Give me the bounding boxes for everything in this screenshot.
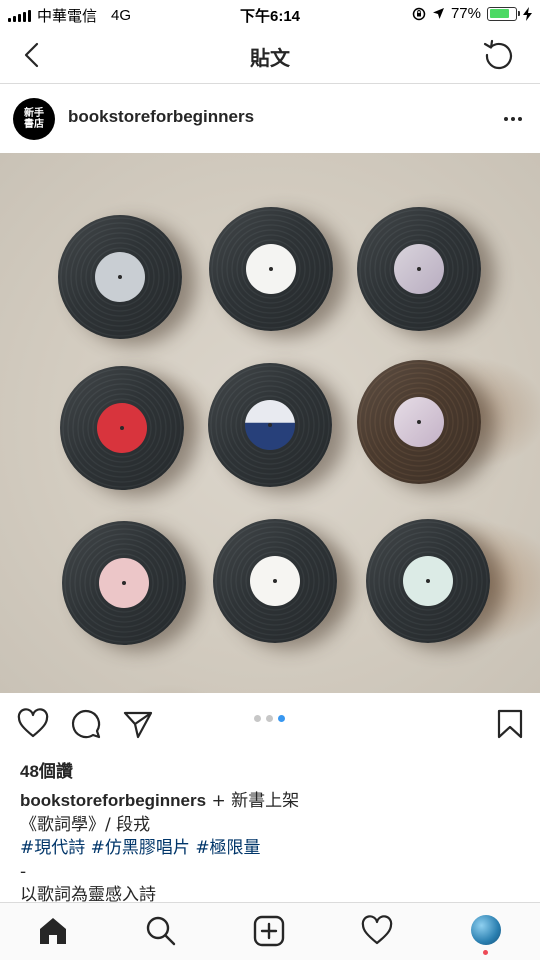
status-bar: 中華電信 4G 下午6:14 77% xyxy=(0,0,540,28)
battery-percent: 77% xyxy=(450,5,481,22)
notification-dot xyxy=(483,950,488,955)
caption-separator: - xyxy=(20,861,27,882)
post-username[interactable]: bookstoreforbeginners xyxy=(68,107,254,127)
vinyl-record xyxy=(62,521,186,645)
page-title: 貼文 xyxy=(250,48,290,70)
vinyl-record xyxy=(213,519,337,643)
hashtag-link[interactable]: #極限量 xyxy=(195,838,260,858)
like-count[interactable]: 48個讚 xyxy=(20,757,73,782)
carousel-dot xyxy=(254,715,261,722)
post-photo[interactable] xyxy=(0,153,540,693)
status-right: 77% xyxy=(412,5,532,22)
post-header: 新手 書店 bookstoreforbeginners xyxy=(0,85,540,153)
heart-icon[interactable] xyxy=(17,708,49,740)
avatar-text-line1: 新手 xyxy=(24,108,44,119)
caption-text: + 新書上架 xyxy=(206,791,300,811)
vinyl-record xyxy=(208,363,332,487)
vinyl-record xyxy=(357,207,481,331)
profile-icon[interactable] xyxy=(471,915,501,945)
carousel-dot xyxy=(266,715,273,722)
caption-book-title: 《歌詞學》/ 段戎 xyxy=(20,814,151,835)
share-icon[interactable] xyxy=(122,708,154,740)
avatar-text-line2: 書店 xyxy=(24,119,44,130)
add-post-icon[interactable] xyxy=(253,915,285,947)
action-bar xyxy=(0,694,540,754)
carousel-indicator xyxy=(254,715,285,722)
hashtag-link[interactable]: #仿黑膠唱片 xyxy=(91,838,190,858)
post-caption: bookstoreforbeginners + 新書上架 《歌詞學》/ 段戎 #… xyxy=(20,789,520,908)
vinyl-record xyxy=(357,360,481,484)
avatar[interactable]: 新手 書店 xyxy=(13,98,55,140)
orientation-lock-icon xyxy=(412,7,426,20)
heart-icon[interactable] xyxy=(361,915,393,947)
refresh-icon[interactable] xyxy=(482,38,516,72)
vinyl-record xyxy=(209,207,333,331)
vinyl-record xyxy=(58,215,182,339)
charging-bolt-icon xyxy=(523,6,532,21)
comment-icon[interactable] xyxy=(70,708,102,740)
tab-bar xyxy=(0,902,540,960)
battery-icon xyxy=(487,6,520,21)
vinyl-record xyxy=(366,519,490,643)
hashtag-link[interactable]: #現代詩 xyxy=(20,838,85,858)
location-arrow-icon xyxy=(432,8,444,19)
vinyl-record xyxy=(60,366,184,490)
search-icon[interactable] xyxy=(145,915,177,947)
carousel-dot-active xyxy=(278,715,285,722)
battery-level xyxy=(489,9,509,18)
home-icon[interactable] xyxy=(37,915,69,947)
bookmark-icon[interactable] xyxy=(494,708,526,740)
more-horizontal-icon[interactable] xyxy=(504,117,522,121)
nav-bar: 貼文 xyxy=(0,28,540,84)
caption-username[interactable]: bookstoreforbeginners xyxy=(20,791,206,810)
